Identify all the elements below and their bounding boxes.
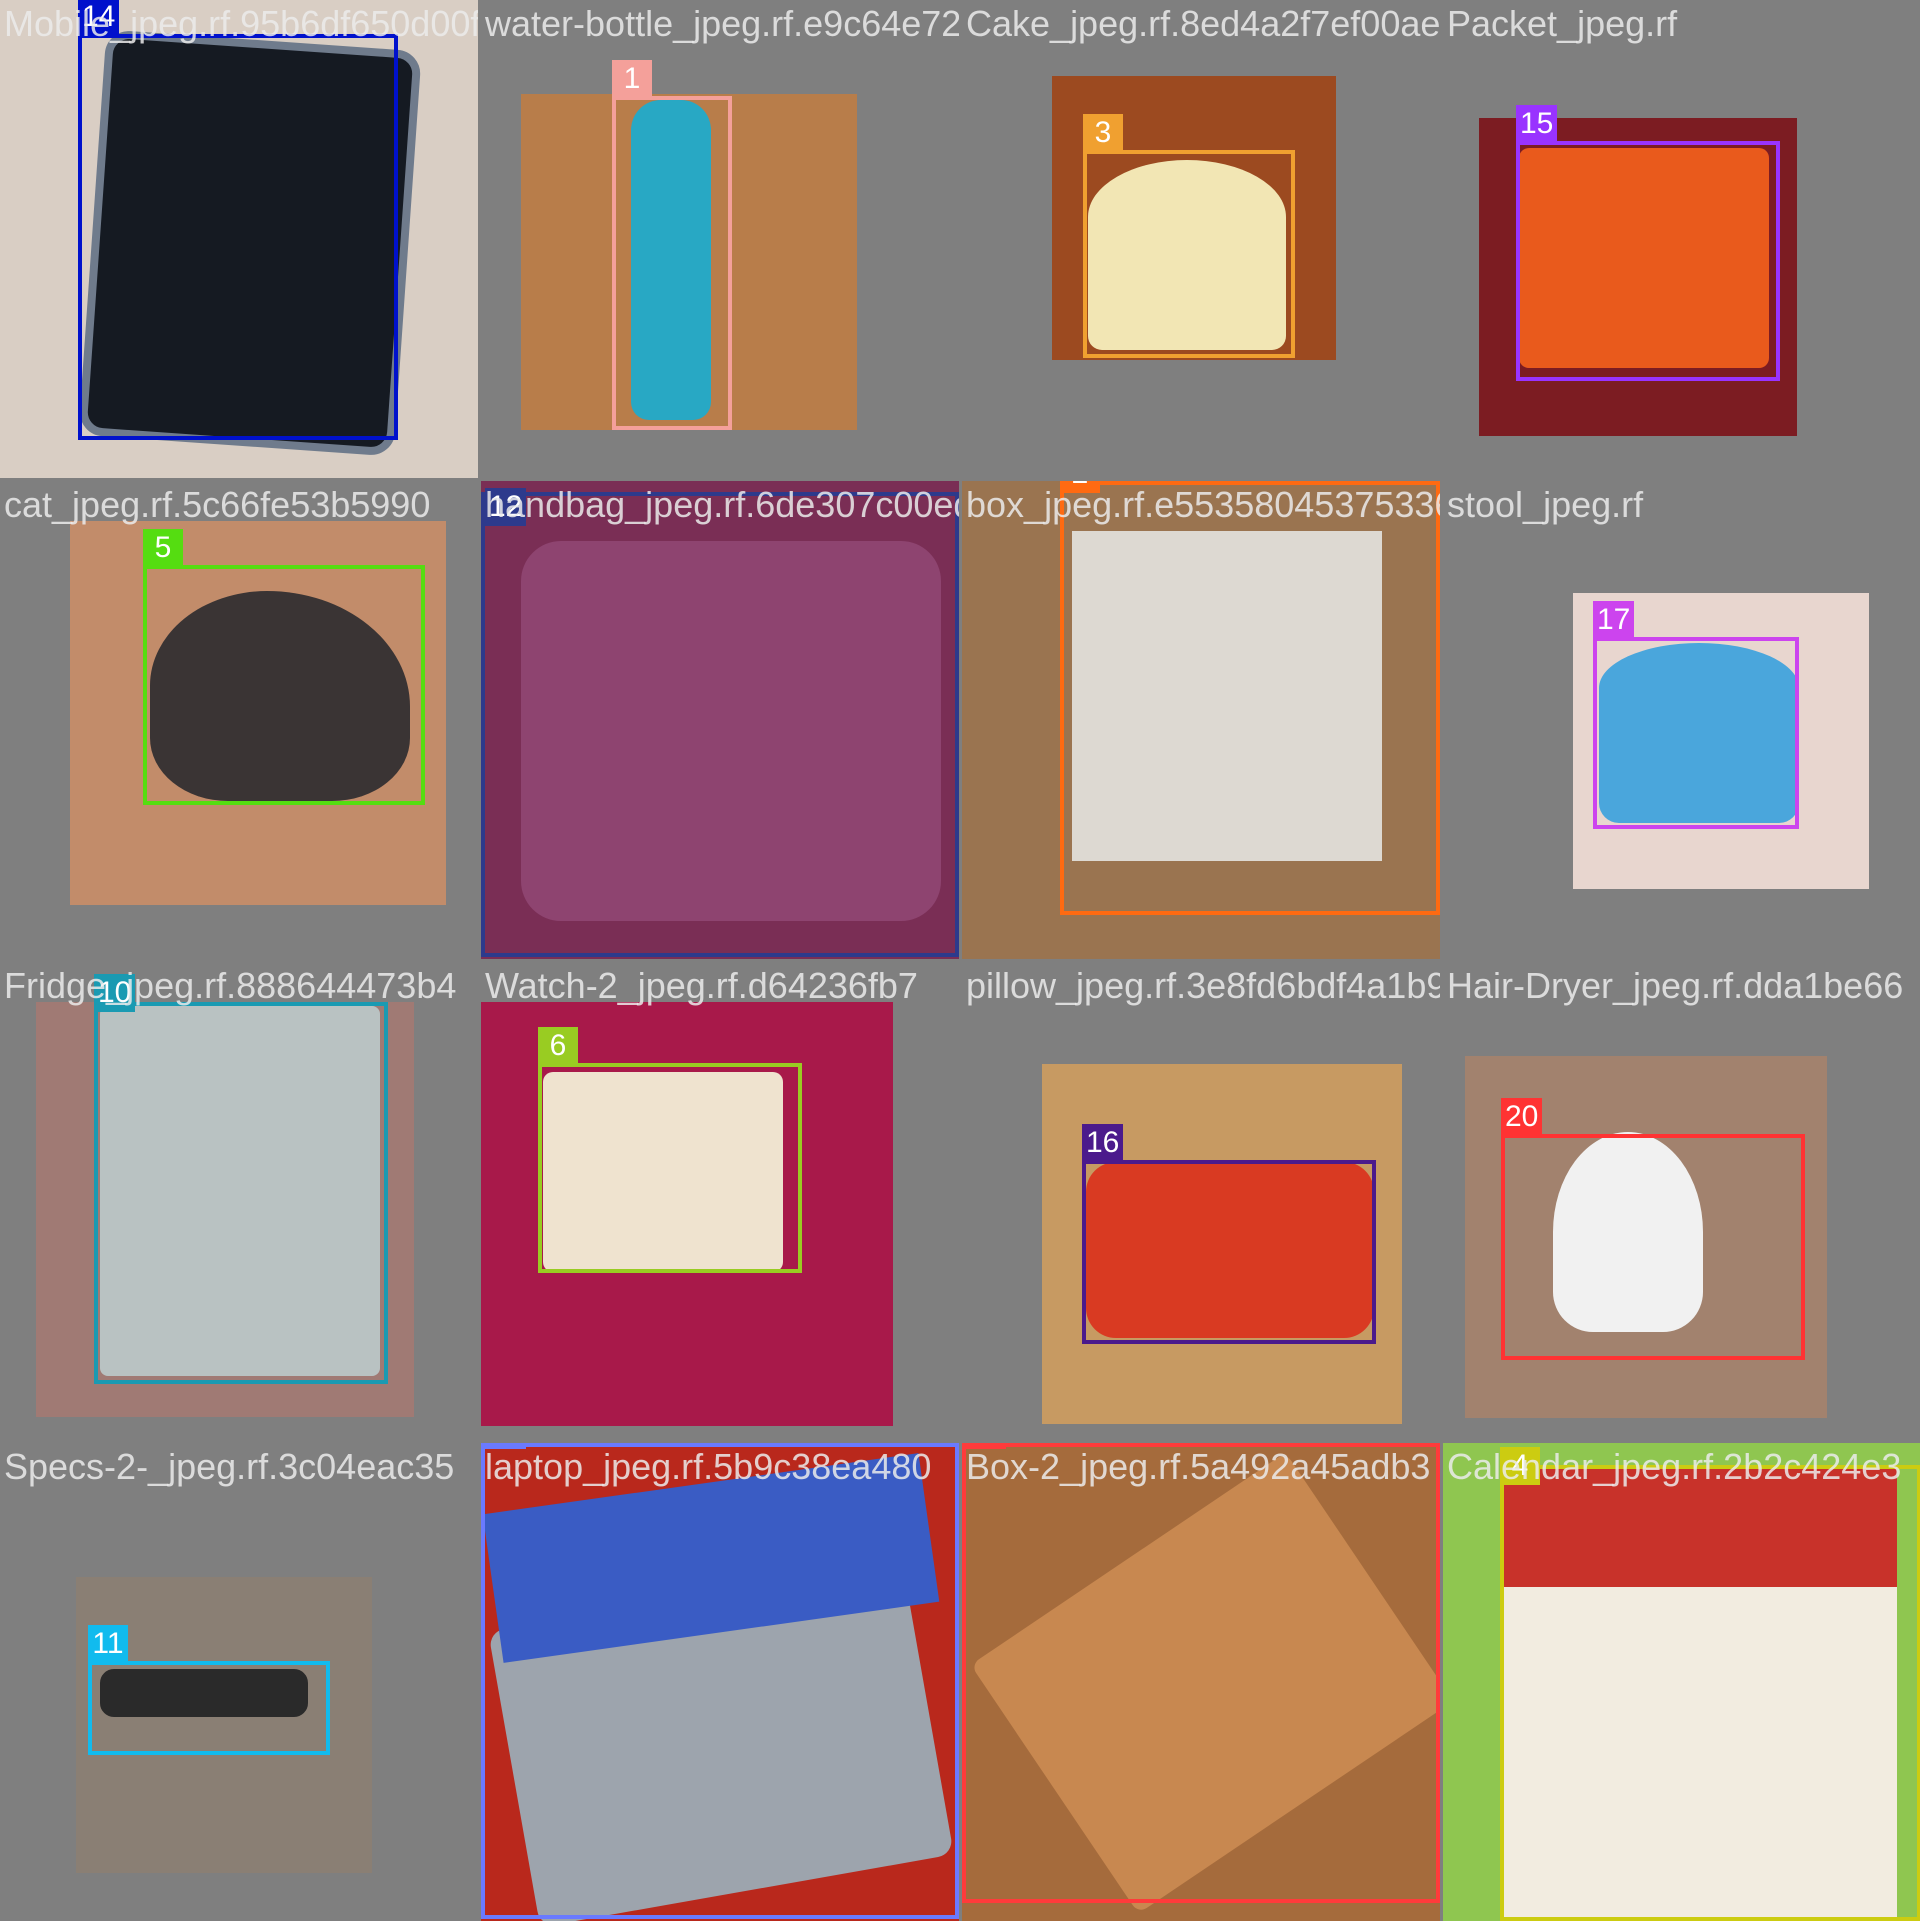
bbox-specs: 11 xyxy=(88,1625,330,1755)
tile-calendar: Calendar_jpeg.rf.2b2c424e3 4 xyxy=(1443,1443,1920,1921)
tile-filename: box_jpeg.rf.e553580453753364ee7387a2f281… xyxy=(966,484,1440,525)
tile-water-bottle: water-bottle_jpeg.rf.e9c64e72b68adf4f05c… xyxy=(481,0,959,478)
tile-filename: cat_jpeg.rf.5c66fe53b5990 xyxy=(4,484,431,525)
tile-filename: Cake_jpeg.rf.8ed4a2f7ef00ae3cb xyxy=(966,3,1440,44)
bbox-packet: 15 xyxy=(1516,105,1780,381)
bbox-label: 17 xyxy=(1593,601,1635,639)
tile-cat: cat_jpeg.rf.5c66fe53b5990 5 xyxy=(0,481,478,959)
bbox-label: 3 xyxy=(1083,114,1123,152)
tile-box-2: Box-2_jpeg.rf.5a492a45adb3 0 xyxy=(962,1443,1440,1921)
bbox-clock: 6 xyxy=(538,1027,802,1273)
bbox-label: 20 xyxy=(1501,1098,1543,1136)
tile-laptop: laptop_jpeg.rf.5b9c38ea480 13 xyxy=(481,1443,959,1921)
bbox-label: 11 xyxy=(88,1625,128,1663)
bbox-mobile: 14 xyxy=(78,0,398,440)
tile-filename: Hair-Dryer_jpeg.rf.dda1be66 xyxy=(1447,965,1904,1006)
tile-specs: Specs-2-_jpeg.rf.3c04eac35 11 xyxy=(0,1443,478,1921)
tile-filename: Calendar_jpeg.rf.2b2c424e3 xyxy=(1447,1446,1902,1487)
mosaic-grid: Mobile_jpeg.rf.95b6df650d00fff318cb8a5ba… xyxy=(0,0,1920,1921)
tile-filename: laptop_jpeg.rf.5b9c38ea480 xyxy=(485,1446,932,1487)
tile-fridge: Fridge_jpeg.rf.888644473b4 10 xyxy=(0,962,478,1440)
tile-filename: Mobile_jpeg.rf.95b6df650d00fff318cb8a5ba… xyxy=(4,3,478,44)
tile-filename: handbag_jpeg.rf.6de307c00edb784ba87f0 xyxy=(485,484,959,525)
bbox-label: 15 xyxy=(1516,105,1558,143)
bbox-hair-dryer: 20 xyxy=(1501,1098,1805,1360)
bbox-box: 2 xyxy=(1060,481,1440,915)
tile-filename: Specs-2-_jpeg.rf.3c04eac35 xyxy=(4,1446,455,1487)
bbox-label: 5 xyxy=(143,529,183,567)
bbox-label: 16 xyxy=(1082,1124,1124,1162)
tile-box: box_jpeg.rf.e553580453753364ee7387a2f281… xyxy=(962,481,1440,959)
bbox-fridge: 10 xyxy=(94,974,388,1384)
tile-cake: Cake_jpeg.rf.8ed4a2f7ef00ae3cb 3 xyxy=(962,0,1440,478)
tile-packet: Packet_jpeg.rf 15 xyxy=(1443,0,1920,478)
bbox-label: 1 xyxy=(612,60,652,98)
tile-filename: Watch-2_jpeg.rf.d64236fb7 xyxy=(485,965,918,1006)
tile-filename: water-bottle_jpeg.rf.e9c64e72b68adf4f05c… xyxy=(485,3,959,44)
bbox-cake: 3 xyxy=(1083,114,1295,358)
tile-filename: Packet_jpeg.rf xyxy=(1447,3,1678,44)
bbox-calendar: 4 xyxy=(1500,1447,1920,1921)
bbox-label: 6 xyxy=(538,1027,578,1065)
tile-filename: Fridge_jpeg.rf.888644473b4 xyxy=(4,965,457,1006)
tile-hair-dryer: Hair-Dryer_jpeg.rf.dda1be66 20 xyxy=(1443,962,1920,1440)
tile-filename: pillow_jpeg.rf.3e8fd6bdf4a1b9 xyxy=(966,965,1440,1006)
bbox-box-2: 0 xyxy=(962,1443,1440,1903)
bbox-laptop: 13 xyxy=(481,1443,959,1919)
bbox-cat: 5 xyxy=(143,529,425,805)
tile-pillow: pillow_jpeg.rf.3e8fd6bdf4a1b9 16 xyxy=(962,962,1440,1440)
tile-filename: Box-2_jpeg.rf.5a492a45adb3 xyxy=(966,1446,1431,1487)
tile-mobile: Mobile_jpeg.rf.95b6df650d00fff318cb8a5ba… xyxy=(0,0,478,478)
tile-filename: stool_jpeg.rf xyxy=(1447,484,1644,525)
tile-handbag: handbag_jpeg.rf.6de307c00edb784ba87f0 12 xyxy=(481,481,959,959)
tile-clock: Watch-2_jpeg.rf.d64236fb7 6 xyxy=(481,962,959,1440)
bbox-water-bottle: 1 xyxy=(612,60,732,430)
tile-stool: stool_jpeg.rf 17 xyxy=(1443,481,1920,959)
bbox-handbag: 12 xyxy=(481,488,959,957)
bbox-stool: 17 xyxy=(1593,601,1799,829)
bbox-pillow: 16 xyxy=(1082,1124,1376,1344)
